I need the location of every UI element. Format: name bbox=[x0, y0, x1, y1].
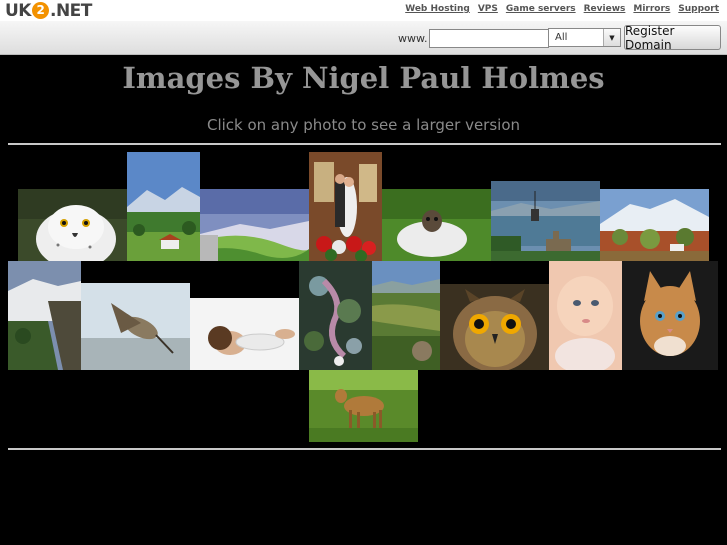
photo-thumbnail[interactable] bbox=[309, 152, 382, 261]
logo-two-badge: 2 bbox=[31, 2, 49, 19]
photo-thumbnail[interactable] bbox=[200, 189, 309, 261]
photo-thumbnail[interactable] bbox=[127, 152, 200, 261]
domain-search-bar: www. All ▼ Register Domain bbox=[0, 21, 727, 55]
photo-thumbnail[interactable] bbox=[309, 370, 418, 442]
logo-net-text: .NET bbox=[49, 0, 92, 21]
page-title: Images By Nigel Paul Holmes bbox=[122, 61, 605, 95]
page-subtitle: Click on any photo to see a larger versi… bbox=[206, 116, 521, 134]
top-bar: UK 2 .NET Web Hosting VPS Game servers Rev… bbox=[0, 0, 727, 21]
photo-thumbnail[interactable] bbox=[299, 261, 372, 370]
photo-thumbnail[interactable] bbox=[190, 298, 299, 370]
photo-thumbnail[interactable] bbox=[549, 261, 622, 370]
site-logo[interactable]: UK 2 .NET bbox=[5, 0, 92, 21]
tld-select-value: All bbox=[555, 32, 568, 43]
photo-thumbnail[interactable] bbox=[440, 284, 549, 370]
register-domain-button[interactable]: Register Domain bbox=[624, 24, 721, 52]
photo-thumbnail[interactable] bbox=[81, 283, 190, 370]
link-mirrors[interactable]: Mirrors bbox=[633, 4, 670, 14]
link-reviews[interactable]: Reviews bbox=[584, 4, 626, 14]
photo-thumbnail[interactable] bbox=[491, 181, 600, 261]
photo-thumbnail[interactable] bbox=[600, 189, 709, 261]
bottom-divider bbox=[8, 448, 721, 450]
photo-thumbnail[interactable] bbox=[372, 261, 440, 370]
top-nav: Web Hosting VPS Game servers Reviews Mir… bbox=[405, 4, 719, 14]
domain-input[interactable] bbox=[429, 29, 549, 48]
logo-uk-text: UK bbox=[5, 0, 31, 21]
top-divider bbox=[8, 143, 721, 145]
chevron-down-icon[interactable]: ▼ bbox=[603, 29, 620, 46]
link-game-servers[interactable]: Game servers bbox=[506, 4, 576, 14]
link-support[interactable]: Support bbox=[678, 4, 719, 14]
www-label: www. bbox=[398, 32, 428, 45]
photo-thumbnail[interactable] bbox=[622, 261, 718, 370]
photo-thumbnail[interactable] bbox=[8, 261, 81, 370]
link-vps[interactable]: VPS bbox=[478, 4, 498, 14]
link-web-hosting[interactable]: Web Hosting bbox=[405, 4, 470, 14]
tld-select[interactable]: All ▼ bbox=[548, 28, 621, 47]
photo-thumbnail[interactable] bbox=[18, 189, 127, 261]
photo-thumbnail[interactable] bbox=[382, 189, 491, 261]
